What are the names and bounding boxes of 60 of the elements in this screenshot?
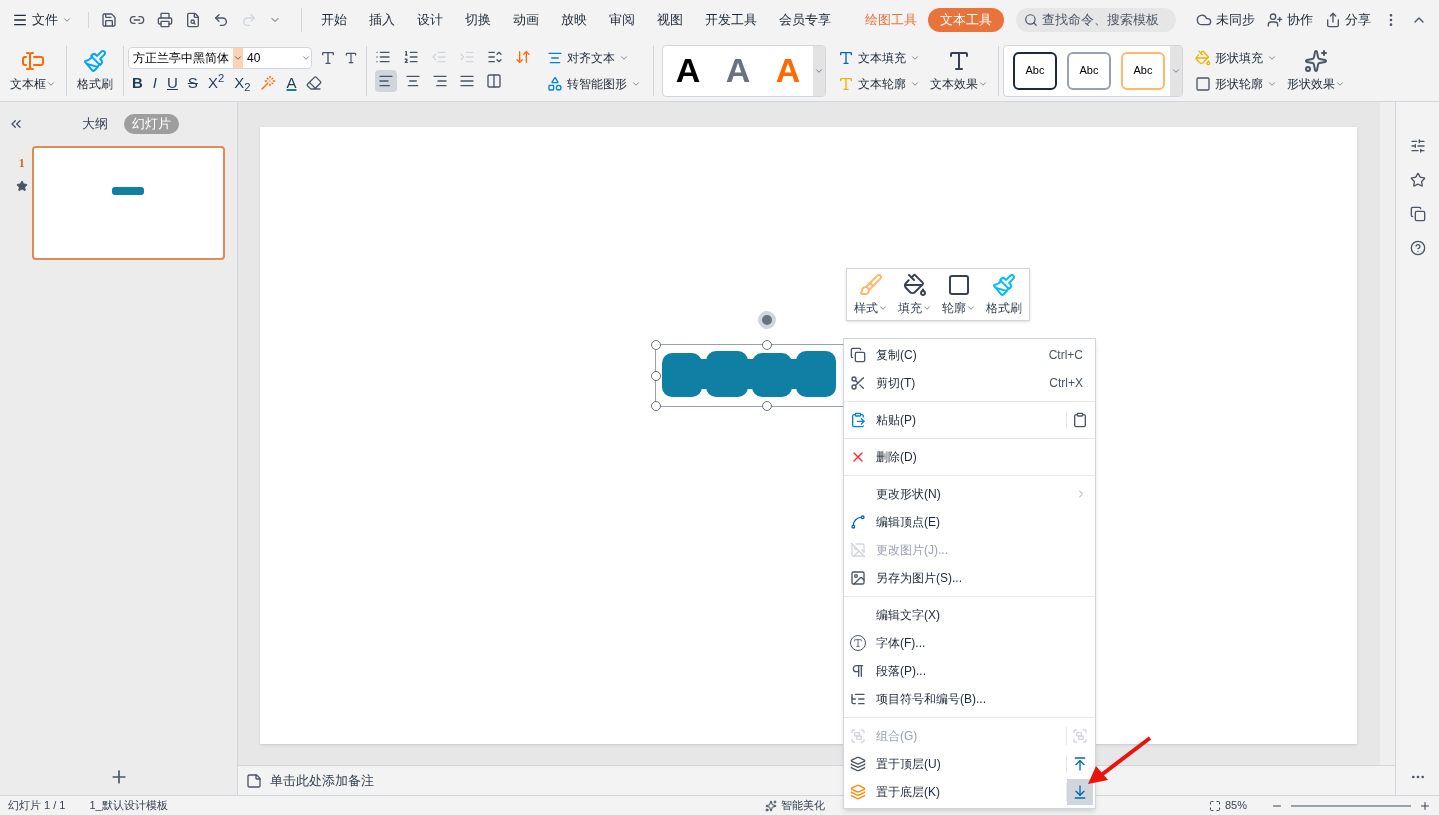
ribbon-tab[interactable]: 审阅 bbox=[598, 10, 646, 30]
menu-item[interactable]: 另存为图片(S)... bbox=[844, 564, 1095, 592]
ribbon-tab[interactable]: 开始 bbox=[310, 10, 358, 30]
ribbon-tab[interactable]: 动画 bbox=[502, 10, 550, 30]
format-button[interactable]: S bbox=[187, 72, 198, 94]
header-action[interactable]: 未同步 bbox=[1196, 10, 1255, 30]
shape-style-sample[interactable]: Abc bbox=[1067, 51, 1111, 90]
text-style-sample[interactable]: A bbox=[713, 45, 763, 96]
header-action[interactable]: 协作 bbox=[1267, 10, 1313, 30]
zoom-button[interactable]: 85% bbox=[1208, 797, 1247, 814]
ribbon-tab[interactable]: 设计 bbox=[406, 10, 454, 30]
menu-item[interactable]: 复制(C) Ctrl+C bbox=[844, 341, 1095, 369]
search-field[interactable]: 查找命令、搜索模板 bbox=[1016, 8, 1176, 32]
menu-item[interactable]: 段落(P)... bbox=[844, 657, 1095, 685]
align-text-button[interactable]: 对齐文本 bbox=[543, 45, 645, 70]
mini-toolbar-button[interactable]: 填充 bbox=[893, 272, 937, 317]
menu-item[interactable]: 剪切(T) Ctrl+X bbox=[844, 369, 1095, 397]
shape-outline-button[interactable]: 形状轮廓 bbox=[1191, 71, 1281, 96]
format-button[interactable]: I bbox=[152, 72, 157, 94]
menu-item[interactable]: 编辑顶点(E) bbox=[844, 508, 1095, 536]
menu-item[interactable]: 项目符号和编号(B)... bbox=[844, 685, 1095, 713]
textbox-button[interactable]: 文本框 bbox=[4, 42, 62, 99]
format-button[interactable]: U bbox=[167, 72, 178, 94]
font-name-field[interactable]: 方正兰亭中黑简体 bbox=[129, 49, 233, 67]
ribbon-tab[interactable]: 放映 bbox=[550, 10, 598, 30]
menu-item[interactable]: 更改形状(N) bbox=[844, 480, 1095, 508]
font-size-field[interactable]: 方正兰亭中黑简体 40 bbox=[128, 47, 312, 69]
shape-style-sample[interactable]: Abc bbox=[1121, 51, 1165, 90]
format-painter-button[interactable]: 格式刷 bbox=[71, 42, 119, 99]
text-style-sample[interactable]: A bbox=[663, 45, 713, 96]
smart-shape-button[interactable]: 转智能图形 bbox=[543, 71, 645, 96]
mini-toolbar-button[interactable]: 样式 bbox=[849, 272, 893, 317]
format-button[interactable]: X$_{2}$ bbox=[234, 72, 251, 94]
shape-fill-button[interactable]: 形状填充 bbox=[1191, 45, 1281, 70]
ribbon-tab[interactable]: 插入 bbox=[358, 10, 406, 30]
ribbon-tab[interactable]: 切换 bbox=[454, 10, 502, 30]
menu-item[interactable]: 粘贴(P) bbox=[844, 406, 1066, 434]
mini-toolbar-button[interactable]: 轮廓 bbox=[937, 272, 981, 317]
header-action[interactable]: 分享 bbox=[1325, 10, 1371, 30]
beautify-button[interactable]: 智能美化 bbox=[764, 797, 825, 814]
menu-item[interactable]: 删除(D) bbox=[844, 443, 1095, 471]
ribbon-tab[interactable]: 开发工具 bbox=[694, 10, 768, 30]
format-button[interactable]: X$^{2}$ bbox=[207, 72, 225, 94]
file-menu[interactable]: 文件 bbox=[12, 10, 72, 30]
shape-effect-button[interactable]: 形状效果 bbox=[1281, 42, 1351, 99]
text-outline-button[interactable]: 文本轮廓 bbox=[834, 71, 924, 96]
menu-item[interactable]: 字体(F)... bbox=[844, 629, 1095, 657]
shape-style-sample[interactable]: Abc bbox=[1013, 51, 1057, 90]
ribbon-tab[interactable]: 会员专享 bbox=[768, 10, 842, 30]
pane-tab[interactable]: 大纲 bbox=[74, 114, 116, 134]
mini-toolbar-button[interactable]: 格式刷 bbox=[981, 272, 1027, 317]
text-effect-button[interactable]: 文本效果 bbox=[924, 42, 994, 99]
format-button[interactable]: B bbox=[132, 72, 143, 94]
font-color-button[interactable]: A bbox=[286, 72, 297, 94]
menu-item[interactable]: 编辑文字(X) bbox=[844, 601, 1095, 629]
ribbon-tab[interactable]: 视图 bbox=[646, 10, 694, 30]
text-fill-button[interactable]: 文本填充 bbox=[834, 45, 924, 70]
slide-number: 1 bbox=[18, 155, 25, 172]
template-name: 1_默认设计模板 bbox=[89, 798, 168, 814]
slide-count: 幻灯片 1 / 1 bbox=[8, 798, 66, 814]
